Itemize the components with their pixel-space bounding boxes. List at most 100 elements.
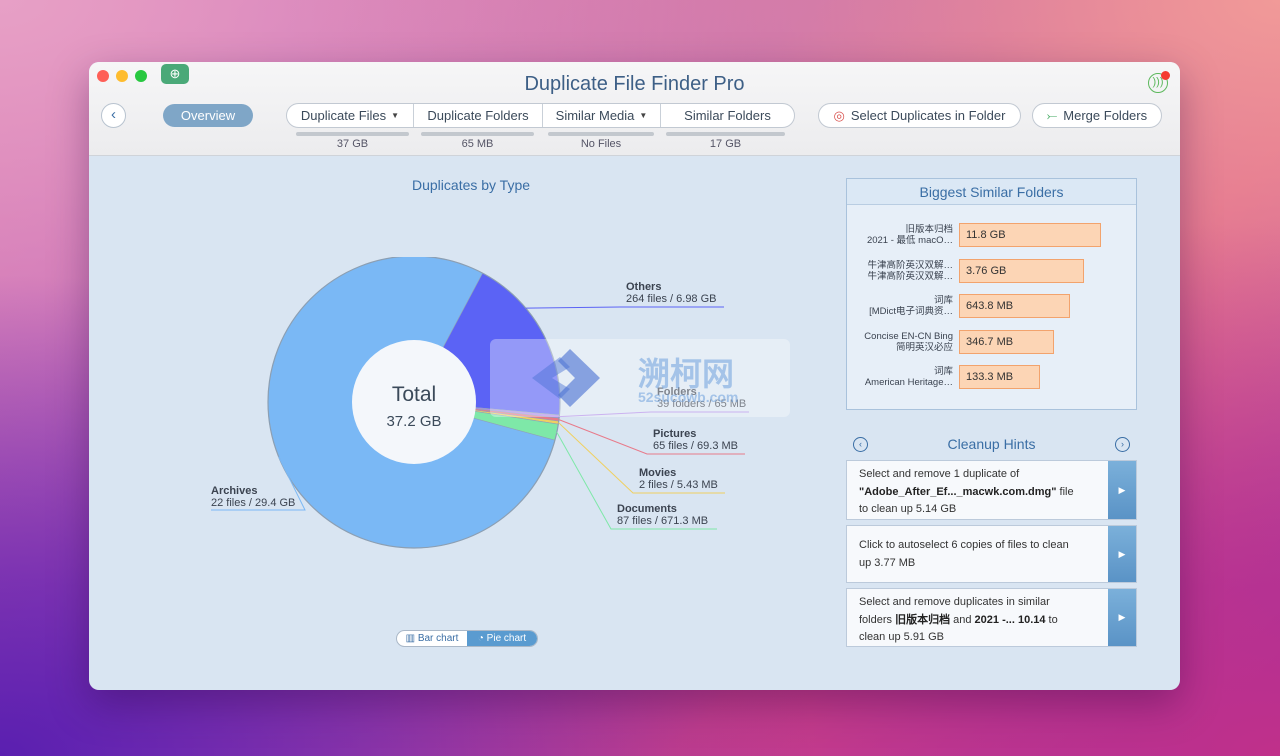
tab-label: Duplicate Files <box>300 108 387 123</box>
app-window: ⊕ Duplicate File Finder Pro ))) ‹ Overvi… <box>89 62 1180 690</box>
hint-go-button[interactable]: ▶ <box>1108 526 1136 582</box>
hint-go-button[interactable]: ▶ <box>1108 589 1136 646</box>
slice-label-detail: 2 files / 5.43 MB <box>639 479 718 491</box>
hint-folder-name: 旧版本归档 <box>895 613 951 626</box>
folder-row[interactable]: 牛津高阶英汉双解… 牛津高阶英汉双解… 3.76 GB <box>847 258 1136 285</box>
button-label: Select Duplicates in Folder <box>850 108 1006 123</box>
hint-text: Select and remove duplicates in similar … <box>859 594 1105 647</box>
slice-label-name: Pictures <box>653 428 696 440</box>
merge-folders-button[interactable]: ⤚ Merge Folders <box>1032 103 1162 128</box>
folder-row[interactable]: 词库 American Heritage… 133.3 MB <box>847 365 1136 391</box>
folder-row[interactable]: 词库 [MDict电子词典资… 643.8 MB <box>847 294 1136 320</box>
slice-label-detail: 22 files / 29.4 GB <box>211 497 295 509</box>
hint-line: file <box>1056 485 1074 498</box>
folder-name: Concise EN-CN Bing <box>864 330 953 342</box>
folder-size-bar: 346.7 MB <box>959 329 1054 354</box>
folder-name: 简明英汉必应 <box>895 341 953 353</box>
toggle-label: Bar chart <box>417 633 459 644</box>
chart-type-toggle: ▥ Bar chart ◔ Pie chart <box>396 630 538 647</box>
toggle-label: Pie chart <box>486 633 527 644</box>
tab-size-label: 37 GB <box>336 138 369 150</box>
bar-chart-toggle[interactable]: ▥ Bar chart <box>397 631 467 646</box>
folder-name: 牛津高阶英汉双解… <box>867 259 953 271</box>
hint-text: Click to autoselect 6 copies of files to… <box>859 537 1105 572</box>
folder-name: 牛津高阶英汉双解… <box>867 270 953 282</box>
hint-line: Select and remove 1 duplicate of <box>859 468 1020 480</box>
select-duplicates-button[interactable]: ◎ Select Duplicates in Folder <box>818 103 1021 128</box>
watermark-logo-icon <box>532 349 600 407</box>
pie-chart: Total 37.2 GB Archives22 files / 29.4 GB Ot… <box>211 257 749 549</box>
folder-size-bar: 11.8 GB <box>959 223 1101 247</box>
hint-card[interactable]: Click to autoselect 6 copies of files to… <box>846 525 1137 583</box>
folder-size-bar: 3.76 GB <box>959 258 1084 283</box>
hint-filename: "Adobe_After_Ef..._macwk.com.dmg" <box>859 485 1057 498</box>
tab-size-label: No Files <box>580 138 622 150</box>
slice-label-detail: 87 files / 671.3 MB <box>617 515 708 527</box>
chevron-down-icon: ▼ <box>639 111 648 120</box>
folder-size-bar: 133.3 MB <box>959 365 1040 389</box>
hint-line: to <box>1045 613 1058 626</box>
pie-center-value: 37.2 GB <box>386 413 441 430</box>
slice-label-name: Others <box>626 281 661 293</box>
hint-text: Select and remove 1 duplicate of "Adobe_… <box>859 466 1105 519</box>
window-title: Duplicate File Finder Pro <box>524 73 745 95</box>
overview-button[interactable]: Overview <box>163 104 253 127</box>
chart-title: Duplicates by Type <box>412 177 531 193</box>
hint-line: Select and remove duplicates in similar <box>859 596 1050 608</box>
size-bar <box>548 132 654 136</box>
tab-duplicate-files[interactable]: Duplicate Files ▼ <box>287 104 414 127</box>
hint-next-icon[interactable]: › <box>1115 437 1130 452</box>
slice-label-name: Archives <box>211 485 257 497</box>
hint-line: folders <box>859 613 896 626</box>
slice-label-detail: 65 files / 69.3 MB <box>653 440 738 452</box>
size-bar <box>421 132 534 136</box>
cleanup-hints-title: Cleanup Hints <box>947 436 1036 452</box>
hint-card[interactable]: Select and remove duplicates in similar … <box>846 588 1137 647</box>
folder-name: American Heritage… <box>864 377 953 388</box>
tab-label: Duplicate Folders <box>427 108 529 123</box>
hint-line: to clean up 5.14 GB <box>859 503 957 515</box>
folder-name: 旧版本归档 <box>905 224 953 235</box>
hint-line: and <box>950 613 975 626</box>
watermark: 溯柯网 52sucowb.com <box>490 339 790 417</box>
watermark-url: 52sucowb.com <box>638 389 739 405</box>
hint-line: Click to autoselect 6 copies of files to… <box>859 539 1069 551</box>
merge-icon: ⤚ <box>1046 108 1058 123</box>
pie-center-label: Total <box>392 383 436 406</box>
target-icon: ◎ <box>833 108 845 123</box>
tab-label: Similar Media <box>555 108 635 123</box>
folder-row[interactable]: Concise EN-CN Bing 简明英汉必应 346.7 MB <box>847 329 1136 356</box>
folder-name: 词库 <box>933 366 953 377</box>
pie-chart-toggle[interactable]: ◔ Pie chart <box>467 631 537 646</box>
size-bar <box>666 132 785 136</box>
tab-size-label: 65 MB <box>461 138 494 150</box>
chevron-down-icon: ▼ <box>391 111 400 120</box>
category-tabs: Duplicate Files ▼ Duplicate Folders Simil… <box>286 103 795 128</box>
tab-label: Similar Folders <box>684 108 771 123</box>
hint-go-button[interactable]: ▶ <box>1108 461 1136 519</box>
folder-row[interactable]: 旧版本归档 2021 - 最低 macO… 11.8 GB <box>847 223 1136 249</box>
notification-badge <box>1161 71 1170 80</box>
tab-duplicate-folders[interactable]: Duplicate Folders <box>414 104 543 127</box>
slice-leader-line <box>525 306 724 309</box>
slice-label-name: Documents <box>617 503 677 515</box>
tab-similar-media[interactable]: Similar Media ▼ <box>543 104 661 127</box>
folder-name: 词库 <box>933 295 953 306</box>
slice-label-name: Movies <box>639 467 676 479</box>
hint-line: up 3.77 MB <box>859 556 916 569</box>
hint-line: clean up 5.91 GB <box>859 631 945 643</box>
slice-label-detail: 264 files / 6.98 GB <box>626 293 717 305</box>
hint-card[interactable]: Select and remove 1 duplicate of "Adobe_… <box>846 460 1137 520</box>
tab-size-label: 17 GB <box>709 138 742 150</box>
folder-size-bar: 643.8 MB <box>959 294 1070 318</box>
tab-similar-folders[interactable]: Similar Folders <box>661 104 794 127</box>
back-button[interactable]: ‹ <box>101 103 126 128</box>
button-label: Merge Folders <box>1063 108 1148 123</box>
biggest-similar-folders-panel: Biggest Similar Folders 旧版本归档 2021 - 最低 m… <box>846 178 1137 410</box>
folder-name: [MDict电子词典资… <box>869 306 953 317</box>
panel-title: Biggest Similar Folders <box>847 179 1136 205</box>
size-bar <box>296 132 409 136</box>
toolbar: ⊕ Duplicate File Finder Pro ))) ‹ Overvi… <box>89 62 1180 156</box>
hint-folder-name: 2021 -... 10.14 <box>974 613 1046 626</box>
folder-name: 2021 - 最低 macO… <box>866 235 953 246</box>
